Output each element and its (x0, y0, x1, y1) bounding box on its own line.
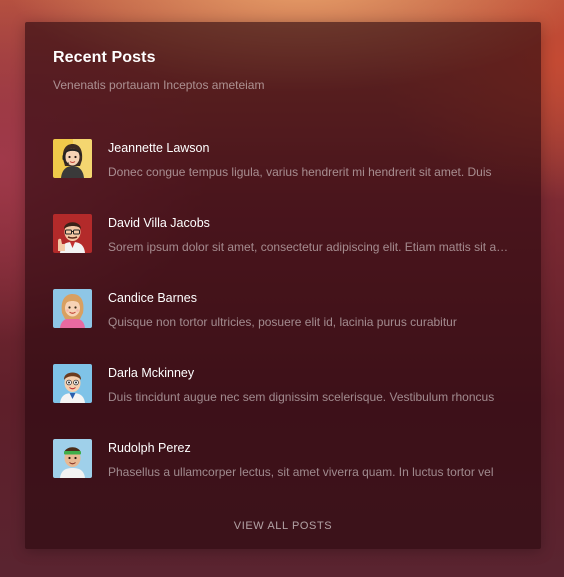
woman-headset-avatar-icon (53, 139, 92, 178)
post-author: David Villa Jacobs (108, 216, 210, 230)
post-author: Darla Mckinney (108, 366, 195, 380)
widget-subtitle: Venenatis portauam Inceptos ameteiam (53, 78, 265, 92)
recent-posts-widget: Recent Posts Venenatis portauam Inceptos… (25, 22, 541, 549)
list-item[interactable]: Jeannette Lawson Donec congue tempus lig… (53, 139, 513, 214)
post-excerpt: Phasellus a ullamcorper lectus, sit amet… (108, 465, 494, 479)
man-headband-avatar-icon (53, 439, 92, 478)
post-author: Jeannette Lawson (108, 141, 210, 155)
list-item[interactable]: Darla Mckinney Duis tincidunt augue nec … (53, 364, 513, 439)
post-author: Rudolph Perez (108, 441, 191, 455)
post-author: Candice Barnes (108, 291, 197, 305)
post-excerpt: Duis tincidunt augue nec sem dignissim s… (108, 390, 495, 404)
boy-avatar-icon (53, 364, 92, 403)
list-item[interactable]: Rudolph Perez Phasellus a ullamcorper le… (53, 439, 513, 514)
post-excerpt: Donec congue tempus ligula, varius hendr… (108, 165, 492, 179)
list-item[interactable]: Candice Barnes Quisque non tortor ultric… (53, 289, 513, 364)
list-item[interactable]: David Villa Jacobs Sorem ipsum dolor sit… (53, 214, 513, 289)
post-excerpt: Quisque non tortor ultricies, posuere el… (108, 315, 457, 329)
widget-title: Recent Posts (53, 49, 156, 66)
man-glasses-thumbs-up-avatar-icon (53, 214, 92, 253)
woman-blonde-avatar-icon (53, 289, 92, 328)
view-all-posts-link[interactable]: VIEW ALL POSTS (25, 520, 541, 532)
post-list: Jeannette Lawson Donec congue tempus lig… (53, 139, 513, 514)
post-excerpt: Sorem ipsum dolor sit amet, consectetur … (108, 240, 513, 254)
